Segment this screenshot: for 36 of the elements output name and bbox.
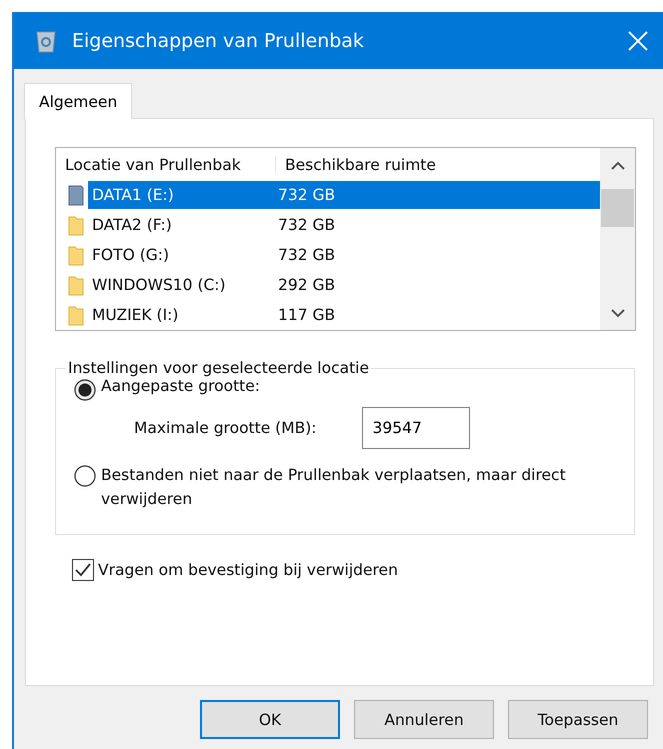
max-size-label: Maximale grootte (MB):	[134, 419, 316, 437]
location-name[interactable]: DATA1 (E:)	[88, 181, 274, 209]
window-title: Eigenschappen van Prullenbak	[72, 30, 364, 52]
dialog-button[interactable]: OK	[200, 700, 340, 739]
available-space: 732 GB	[277, 245, 336, 266]
dialog-button[interactable]: Toepassen	[508, 700, 648, 739]
scroll-thumb[interactable]	[601, 189, 634, 227]
group-label: Instellingen voor geselecteerde locatie	[67, 359, 370, 377]
radio-label[interactable]: Bestanden niet naar de Prullenbak verplaatsen, maar direct verwijderen	[101, 463, 634, 511]
scroll-up-icon[interactable]	[610, 160, 624, 170]
folder-icon	[68, 274, 84, 296]
folder-icon	[68, 304, 84, 326]
drive-icon	[68, 184, 84, 206]
location-name[interactable]: WINDOWS10 (C:)	[88, 271, 274, 299]
folder-icon	[68, 244, 84, 266]
checkbox[interactable]	[72, 559, 94, 581]
column-header[interactable]: Beschikbare ruimte	[275, 156, 436, 174]
radio-label[interactable]: Aangepaste grootte:	[101, 377, 260, 395]
location-name[interactable]: DATA2 (F:)	[88, 211, 274, 239]
folder-icon	[68, 214, 84, 236]
available-space: 732 GB	[274, 181, 600, 209]
available-space: 732 GB	[277, 215, 336, 236]
radio-button[interactable]	[74, 379, 96, 401]
tab[interactable]: Algemeen	[24, 83, 132, 119]
close-icon[interactable]	[627, 30, 649, 52]
location-name[interactable]: FOTO (G:)	[88, 241, 274, 269]
max-size-field[interactable]: 39547	[362, 407, 470, 449]
available-space: 292 GB	[277, 275, 336, 296]
scrollbar[interactable]	[600, 148, 635, 330]
available-space: 117 GB	[277, 305, 336, 326]
checkbox-label[interactable]: Vragen om bevestiging bij verwijderen	[98, 561, 398, 579]
column-header[interactable]: Locatie van Prullenbak	[56, 156, 275, 174]
radio-button[interactable]	[74, 465, 96, 487]
dialog-button[interactable]: Annuleren	[354, 700, 494, 739]
scroll-down-icon[interactable]	[610, 308, 624, 318]
location-name[interactable]: MUZIEK (I:)	[88, 301, 274, 329]
